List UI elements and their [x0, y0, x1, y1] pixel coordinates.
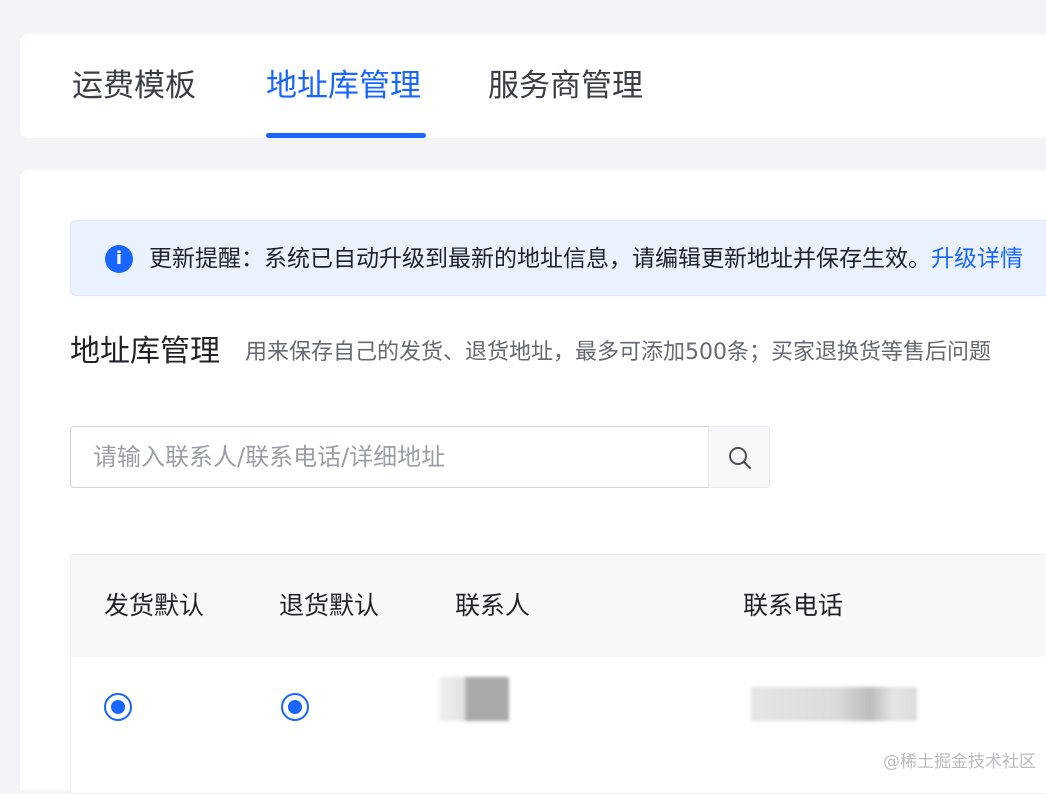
- tab-freight-template[interactable]: 运费模板: [72, 34, 196, 138]
- upgrade-details-link[interactable]: 升级详情: [931, 246, 1023, 272]
- notice-message: 更新提醒：系统已自动升级到最新的地址信息，请编辑更新地址并保存生效。: [149, 246, 931, 272]
- tab-address-library[interactable]: 地址库管理: [266, 34, 421, 138]
- address-library-panel: i 更新提醒：系统已自动升级到最新的地址信息，请编辑更新地址并保存生效。升级详情…: [20, 170, 1046, 794]
- column-header-contact: 联系人: [455, 591, 531, 620]
- ship-default-radio[interactable]: [104, 693, 132, 721]
- contact-name-redacted: [439, 677, 509, 721]
- column-header-phone: 联系电话: [743, 591, 844, 620]
- search-input[interactable]: [71, 427, 709, 487]
- search-icon: [729, 447, 751, 469]
- table-row: [71, 657, 1046, 793]
- search-button[interactable]: [708, 426, 770, 488]
- active-tab-indicator: [266, 133, 426, 138]
- tabs-bar: 运费模板 地址库管理 服务商管理: [20, 34, 1046, 138]
- watermark: @稀土掘金技术社区: [883, 752, 1036, 772]
- tab-service-provider[interactable]: 服务商管理: [488, 34, 643, 138]
- search-box: [70, 426, 710, 488]
- column-header-ship-default: 发货默认: [104, 591, 205, 620]
- table-header: 发货默认 退货默认 联系人 联系电话: [71, 555, 1046, 657]
- contact-phone-redacted: [751, 687, 917, 721]
- section-title: 地址库管理: [70, 334, 220, 369]
- section-description: 用来保存自己的发货、退货地址，最多可添加500条；买家退换货等售后问题: [245, 340, 991, 365]
- column-header-return-default: 退货默认: [279, 591, 380, 620]
- return-default-radio[interactable]: [281, 693, 309, 721]
- info-icon: i: [105, 245, 133, 273]
- update-notice-banner: i 更新提醒：系统已自动升级到最新的地址信息，请编辑更新地址并保存生效。升级详情: [70, 220, 1046, 296]
- notice-text-line: 更新提醒：系统已自动升级到最新的地址信息，请编辑更新地址并保存生效。升级详情: [149, 221, 1023, 297]
